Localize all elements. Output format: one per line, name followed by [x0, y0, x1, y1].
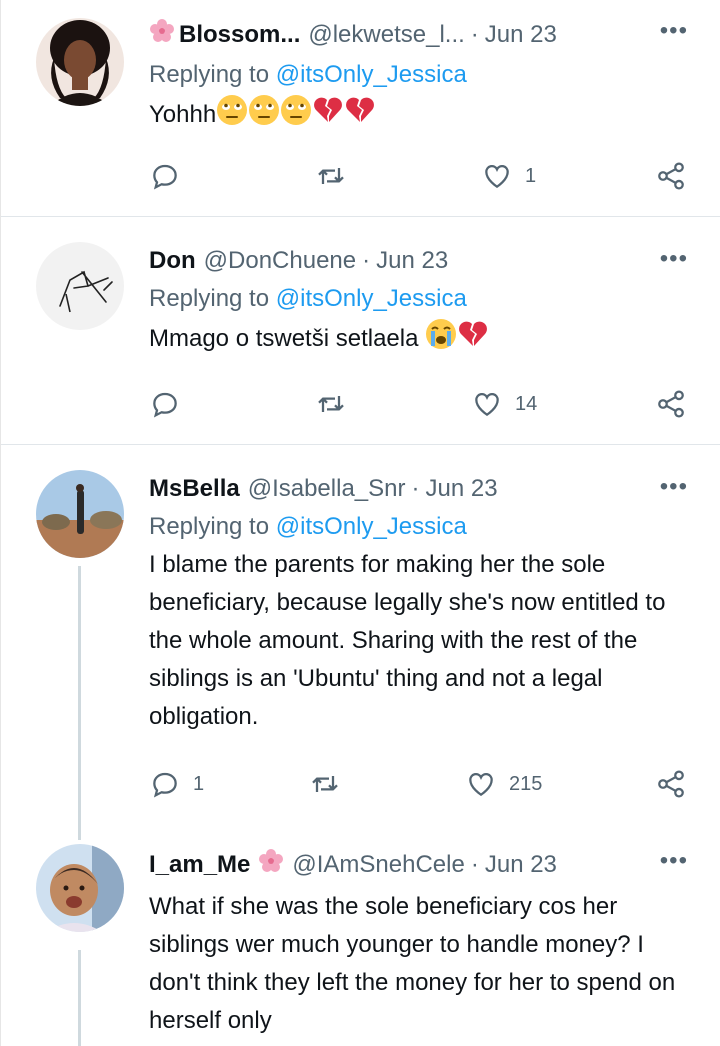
- tweet-actions: 14: [149, 388, 689, 424]
- crying-face-emoji-icon: [425, 318, 457, 362]
- broken-heart-emoji-icon: [312, 94, 344, 138]
- retweet-button[interactable]: [315, 388, 359, 420]
- reply-icon: [153, 392, 177, 418]
- separator-dot: ·: [411, 475, 420, 502]
- replying-to: Replying to @itsOnly_Jessica: [149, 284, 680, 314]
- rolling-eyes-emoji-icon: [216, 94, 248, 138]
- tweet-text-content: Mmago o tswetši setlaela: [149, 325, 419, 352]
- share-button[interactable]: [655, 768, 687, 800]
- tweet-date[interactable]: Jun 23: [376, 246, 448, 276]
- reply-tweet[interactable]: Blossom... @lekwetse_l... · Jun 23 ••• R…: [1, 0, 720, 217]
- share-icon: [658, 770, 684, 798]
- tweet-header: I_am_Me @IAmSnehCele · Jun 23 •••: [149, 848, 687, 882]
- rolling-eyes-emoji-icon: [248, 94, 280, 138]
- share-button[interactable]: [655, 160, 687, 192]
- replying-to-label: Replying to: [149, 513, 270, 540]
- share-icon: [658, 162, 684, 190]
- tweet-text: What if she was the sole beneficiary cos…: [149, 893, 676, 1034]
- heart-icon: [485, 164, 509, 189]
- tweet-header: Blossom... @lekwetse_l... · Jun 23 •••: [149, 18, 687, 52]
- avatar[interactable]: [36, 470, 124, 558]
- tweet-text: Mmago o tswetši setlaela: [149, 318, 680, 362]
- more-options-icon[interactable]: •••: [660, 474, 688, 500]
- user-handle[interactable]: @lekwetse_l...: [308, 20, 464, 50]
- like-button[interactable]: 215: [465, 768, 542, 800]
- replying-to: Replying to @itsOnly_Jessica: [149, 60, 680, 90]
- replying-to-handle[interactable]: @itsOnly_Jessica: [276, 61, 467, 88]
- reply-button[interactable]: 1: [149, 768, 204, 800]
- avatar[interactable]: [36, 844, 124, 932]
- more-options-icon[interactable]: •••: [660, 18, 688, 44]
- thread-line: [78, 950, 81, 1046]
- share-icon: [658, 390, 684, 418]
- replying-to-label: Replying to: [149, 61, 270, 88]
- tweet-text-content: Yohhh: [149, 101, 217, 128]
- separator-dot: ·: [362, 247, 371, 274]
- like-button[interactable]: 1: [481, 160, 536, 192]
- display-name[interactable]: Don: [149, 246, 196, 276]
- tweet-text: I blame the parents for making her the s…: [149, 551, 666, 730]
- replying-to-handle[interactable]: @itsOnly_Jessica: [276, 513, 467, 540]
- retweet-button[interactable]: [309, 768, 353, 800]
- avatar[interactable]: [36, 242, 124, 330]
- user-handle[interactable]: @IAmSnehCele: [292, 850, 464, 880]
- reply-button[interactable]: [149, 160, 193, 192]
- replying-to-label: Replying to: [149, 285, 270, 312]
- like-count: 14: [515, 392, 538, 415]
- tweet-header: Don @DonChuene · Jun 23 •••: [149, 246, 687, 276]
- like-button[interactable]: 14: [471, 388, 537, 420]
- display-name[interactable]: I_am_Me: [149, 850, 250, 880]
- retweet-icon: [318, 168, 344, 184]
- retweet-button[interactable]: [315, 160, 359, 192]
- retweet-icon: [318, 396, 344, 412]
- reply-tweet[interactable]: MsBella @Isabella_Snr · Jun 23 ••• Reply…: [1, 446, 720, 840]
- reply-tweet[interactable]: I_am_Me @IAmSnehCele · Jun 23 ••• What i…: [1, 840, 720, 1046]
- reply-icon: [153, 164, 177, 190]
- separator-dot: ·: [470, 851, 479, 878]
- user-handle[interactable]: @Isabella_Snr: [248, 474, 406, 504]
- replying-to-handle[interactable]: @itsOnly_Jessica: [276, 285, 467, 312]
- tweet-date[interactable]: Jun 23: [485, 850, 557, 880]
- replying-to: Replying to @itsOnly_Jessica: [149, 512, 680, 542]
- tweet-header: MsBella @Isabella_Snr · Jun 23 •••: [149, 474, 687, 504]
- separator-dot: ·: [470, 21, 479, 48]
- replies-feed: Blossom... @lekwetse_l... · Jun 23 ••• R…: [0, 0, 720, 1046]
- display-name[interactable]: Blossom...: [179, 20, 300, 50]
- reply-tweet[interactable]: Don @DonChuene · Jun 23 ••• Replying to …: [1, 218, 720, 445]
- heart-icon: [469, 772, 493, 797]
- heart-icon: [475, 392, 499, 417]
- reply-button[interactable]: [149, 388, 193, 420]
- tweet-date[interactable]: Jun 23: [485, 20, 557, 50]
- broken-heart-emoji-icon: [344, 94, 376, 138]
- user-handle[interactable]: @DonChuene: [204, 246, 356, 276]
- like-count: 215: [509, 772, 543, 795]
- tweet-actions: 1: [149, 160, 689, 196]
- tweet-actions: 1 215: [149, 768, 689, 804]
- cherry-blossom-icon: [149, 18, 175, 52]
- broken-heart-emoji-icon: [457, 318, 489, 362]
- reply-count: 1: [193, 772, 205, 795]
- cherry-blossom-icon: [258, 848, 284, 882]
- tweet-text: Yohhh: [149, 94, 680, 138]
- like-count: 1: [525, 164, 537, 187]
- share-button[interactable]: [655, 388, 687, 420]
- rolling-eyes-emoji-icon: [280, 94, 312, 138]
- display-name[interactable]: MsBella: [149, 474, 240, 504]
- more-options-icon[interactable]: •••: [660, 848, 688, 874]
- tweet-date[interactable]: Jun 23: [425, 474, 497, 504]
- avatar[interactable]: [36, 18, 124, 106]
- retweet-icon: [312, 776, 338, 792]
- thread-line: [78, 566, 81, 840]
- more-options-icon[interactable]: •••: [660, 246, 688, 272]
- reply-icon: [153, 772, 177, 798]
